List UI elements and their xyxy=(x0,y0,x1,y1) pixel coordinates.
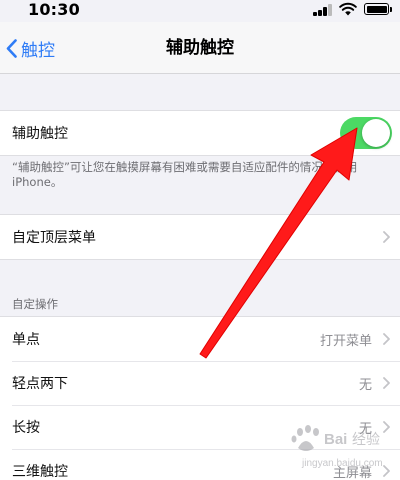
action-row-double-tap[interactable]: 轻点两下 无 xyxy=(0,361,400,405)
action-row-single-tap[interactable]: 单点 打开菜单 xyxy=(0,317,400,361)
chevron-right-icon xyxy=(383,333,390,345)
signal-icon xyxy=(313,4,333,16)
top-menu-row[interactable]: 自定顶层菜单 xyxy=(0,215,400,259)
svg-text:经验: 经验 xyxy=(352,431,380,447)
svg-text:Bai: Bai xyxy=(324,431,347,448)
action-value: 无 xyxy=(358,377,372,393)
svg-text:jingyan.baidu.com: jingyan.baidu.com xyxy=(301,458,383,469)
custom-actions-header: 自定操作 xyxy=(12,297,58,311)
status-bar: 10:30 xyxy=(0,0,400,22)
toggle-knob xyxy=(362,119,390,147)
action-label: 长按 xyxy=(12,420,40,436)
top-menu-label: 自定顶层菜单 xyxy=(12,230,96,246)
action-label: 三维触控 xyxy=(12,464,68,480)
top-menu-section: 自定顶层菜单 xyxy=(0,214,400,260)
assistive-touch-row: 辅助触控 xyxy=(0,111,400,155)
assistive-touch-footnote: “辅助触控”可让您在触摸屏幕有困难或需要自适应配件的情况下使用iPhone。 xyxy=(12,160,358,189)
wifi-icon xyxy=(339,2,357,16)
baidu-watermark: Bai 经验 jingyan.baidu.com xyxy=(291,425,383,469)
chevron-right-icon xyxy=(383,377,390,389)
nav-bar: 触控 辅助触控 xyxy=(0,22,400,74)
assistive-touch-label: 辅助触控 xyxy=(12,126,68,142)
action-value: 打开菜单 xyxy=(319,333,372,349)
page-title: 辅助触控 xyxy=(166,38,234,58)
action-label: 轻点两下 xyxy=(12,376,68,392)
assistive-touch-section: 辅助触控 xyxy=(0,110,400,156)
assistive-touch-toggle[interactable] xyxy=(340,117,392,149)
chevron-right-icon xyxy=(383,231,390,243)
status-time: 10:30 xyxy=(28,0,80,19)
action-label: 单点 xyxy=(12,332,40,348)
battery-icon xyxy=(364,3,392,15)
